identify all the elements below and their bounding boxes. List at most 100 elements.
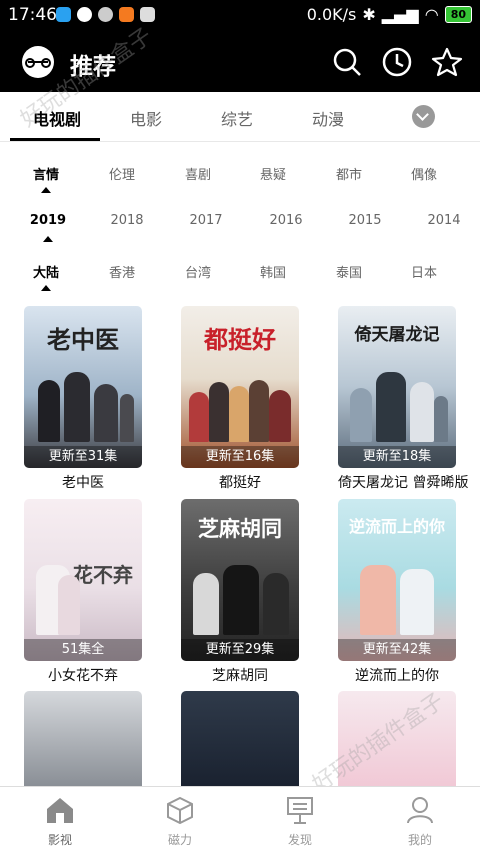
status-bar: 17:46 0.0K/s ✱ ▂▄▆ ◠ 80 bbox=[0, 0, 480, 32]
filter-region-item[interactable]: 日本 bbox=[411, 262, 437, 281]
filter-region-item[interactable]: 香港 bbox=[109, 262, 135, 281]
filter-region-item[interactable]: 泰国 bbox=[336, 262, 362, 281]
nav-label: 发现 bbox=[287, 833, 312, 847]
cube-icon bbox=[167, 796, 193, 825]
bluetooth-icon: ✱ bbox=[362, 5, 376, 24]
filter-genre-item[interactable]: 喜剧 bbox=[185, 164, 211, 183]
show-poster[interactable]: 都挺好 更新至16集 bbox=[181, 306, 299, 468]
nav-item-magnet[interactable]: 磁力 bbox=[120, 787, 240, 853]
show-poster[interactable]: 逆流而上的你 更新至42集 bbox=[338, 499, 456, 661]
show-card[interactable]: 老中医 更新至31集 老中医 bbox=[24, 306, 142, 492]
show-title[interactable]: 老中医 bbox=[24, 472, 142, 492]
app-notification-icon bbox=[98, 7, 113, 22]
poster-figures bbox=[189, 565, 291, 635]
status-time: 17:46 bbox=[8, 5, 57, 25]
app-notification-icon bbox=[119, 7, 134, 22]
user-icon bbox=[407, 797, 433, 824]
poster-figures bbox=[346, 565, 448, 635]
show-poster[interactable] bbox=[181, 691, 299, 786]
filter-year-item[interactable]: 2019 bbox=[30, 213, 66, 228]
filter-genre-item[interactable]: 言情 bbox=[33, 164, 59, 183]
show-poster[interactable] bbox=[24, 691, 142, 786]
nav-label: 磁力 bbox=[167, 833, 192, 847]
poster-figures bbox=[189, 372, 291, 442]
show-card[interactable]: 花不弃 51集全 小女花不弃 bbox=[24, 499, 142, 685]
poster-figures bbox=[32, 565, 134, 635]
show-poster[interactable]: 花不弃 51集全 bbox=[24, 499, 142, 661]
show-title[interactable]: 倚天屠龙记 曾舜晞版 bbox=[338, 472, 468, 492]
show-card[interactable] bbox=[181, 691, 299, 786]
tab-tv-series[interactable]: 电视剧 bbox=[33, 106, 81, 130]
filter-year-item[interactable]: 2014 bbox=[427, 213, 460, 228]
tab-variety[interactable]: 综艺 bbox=[221, 106, 253, 130]
filter-genre-item[interactable]: 都市 bbox=[336, 164, 362, 183]
selected-caret-icon bbox=[43, 236, 53, 242]
selected-caret-icon bbox=[41, 285, 51, 291]
episode-badge: 更新至31集 bbox=[24, 446, 142, 468]
episode-badge: 51集全 bbox=[24, 639, 142, 661]
category-tabs: 电视剧 电影 综艺 动漫 bbox=[0, 92, 480, 142]
search-icon[interactable] bbox=[331, 46, 363, 78]
battery-icon: 80 bbox=[444, 6, 472, 23]
nav-item-mine[interactable]: 我的 bbox=[360, 787, 480, 853]
board-icon bbox=[287, 797, 313, 824]
show-card[interactable]: 倚天屠龙记 更新至18集 倚天屠龙记 曾舜晞版 bbox=[338, 306, 468, 492]
app-notification-icon bbox=[77, 7, 92, 22]
nav-item-video[interactable]: 影视 bbox=[0, 787, 120, 853]
filter-genre-item[interactable]: 伦理 bbox=[109, 164, 135, 183]
signal-icon: ▂▄▆ bbox=[381, 5, 419, 24]
favorite-star-icon[interactable] bbox=[431, 46, 463, 78]
app-notification-icon bbox=[140, 7, 155, 22]
logo-mark bbox=[25, 58, 51, 68]
poster-title-art: 老中医 bbox=[47, 325, 119, 354]
show-title[interactable]: 芝麻胡同 bbox=[181, 665, 299, 685]
poster-figures bbox=[346, 372, 448, 442]
network-speed: 0.0K/s bbox=[306, 5, 357, 24]
wifi-icon: ◠ bbox=[424, 5, 439, 24]
app-notification-icon bbox=[56, 7, 71, 22]
tab-anime[interactable]: 动漫 bbox=[312, 106, 344, 130]
home-icon bbox=[47, 798, 73, 823]
nav-label: 我的 bbox=[407, 833, 432, 847]
episode-badge: 更新至18集 bbox=[338, 446, 456, 468]
selected-caret-icon bbox=[41, 187, 51, 193]
show-title[interactable]: 逆流而上的你 bbox=[338, 665, 456, 685]
nav-label: 影视 bbox=[47, 833, 72, 847]
history-icon[interactable] bbox=[381, 46, 413, 78]
filter-year-item[interactable]: 2016 bbox=[269, 213, 302, 228]
tab-movies[interactable]: 电影 bbox=[130, 106, 162, 130]
show-title[interactable]: 都挺好 bbox=[181, 472, 299, 492]
filter-region-item[interactable]: 台湾 bbox=[185, 262, 211, 281]
notification-icons bbox=[56, 7, 155, 22]
show-card[interactable]: 逆流而上的你 更新至42集 逆流而上的你 bbox=[338, 499, 456, 685]
poster-title-art: 芝麻胡同 bbox=[198, 516, 282, 541]
chevron-down-icon[interactable] bbox=[412, 105, 435, 128]
filter-region-item[interactable]: 大陆 bbox=[33, 262, 59, 281]
poster-title-art: 逆流而上的你 bbox=[348, 517, 445, 536]
app-bar: 推荐 bbox=[0, 32, 480, 92]
show-card[interactable]: 都挺好 更新至16集 都挺好 bbox=[181, 306, 299, 492]
show-poster[interactable] bbox=[338, 691, 456, 786]
filter-year-item[interactable]: 2015 bbox=[348, 213, 381, 228]
show-poster[interactable]: 老中医 更新至31集 bbox=[24, 306, 142, 468]
bottom-nav: 影视 磁力 发现 我的 bbox=[0, 786, 480, 853]
poster-title-art: 都挺好 bbox=[204, 325, 276, 354]
episode-badge: 更新至42集 bbox=[338, 639, 456, 661]
page-title: 推荐 bbox=[70, 54, 116, 80]
filter-genre-item[interactable]: 悬疑 bbox=[260, 164, 286, 183]
show-poster[interactable]: 倚天屠龙记 更新至18集 bbox=[338, 306, 456, 468]
filter-year-item[interactable]: 2017 bbox=[189, 213, 222, 228]
active-tab-indicator bbox=[10, 138, 100, 141]
poster-title-art: 倚天屠龙记 bbox=[354, 325, 440, 345]
nav-item-discover[interactable]: 发现 bbox=[240, 787, 360, 853]
show-card[interactable] bbox=[338, 691, 456, 786]
filter-year-item[interactable]: 2018 bbox=[110, 213, 143, 228]
show-title[interactable]: 小女花不弃 bbox=[24, 665, 142, 685]
show-card[interactable] bbox=[24, 691, 142, 786]
filter-region-item[interactable]: 韩国 bbox=[260, 262, 286, 281]
filter-genre-item[interactable]: 偶像 bbox=[411, 164, 437, 183]
poster-figures bbox=[32, 372, 134, 442]
show-card[interactable]: 芝麻胡同 更新至29集 芝麻胡同 bbox=[181, 499, 299, 685]
show-poster[interactable]: 芝麻胡同 更新至29集 bbox=[181, 499, 299, 661]
episode-badge: 更新至29集 bbox=[181, 639, 299, 661]
